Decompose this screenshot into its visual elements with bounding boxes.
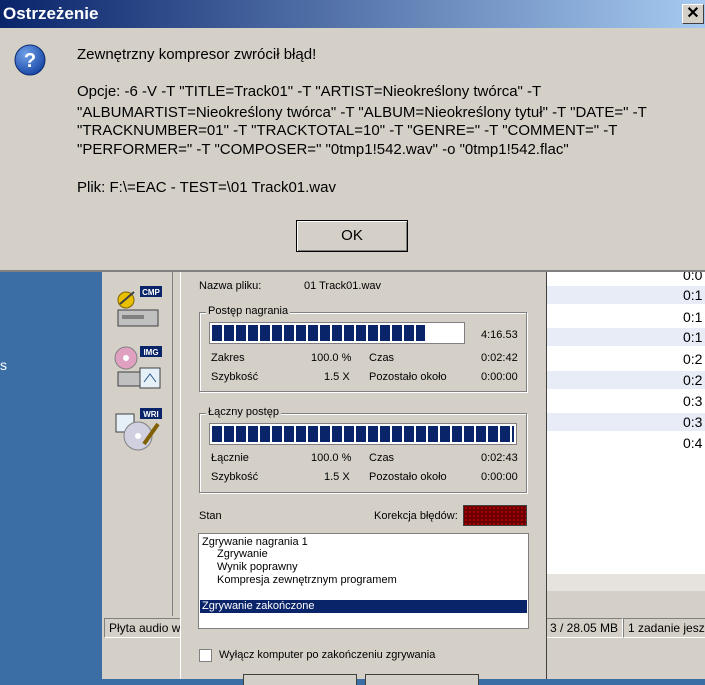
table-row[interactable]: 0:1 bbox=[545, 328, 705, 346]
log-line: Zgrywanie bbox=[217, 548, 268, 560]
track-length: 0:4 bbox=[683, 435, 703, 451]
options-line: "TRACKNUMBER=01" -T "TRACKTOTAL=10" -T "… bbox=[77, 122, 618, 139]
table-row[interactable]: 0:2 bbox=[545, 350, 705, 368]
log-line: Zgrywanie nagrania 1 bbox=[202, 536, 308, 548]
total-speed-label: Szybkość bbox=[211, 471, 259, 483]
total-time-value: 0:02:43 bbox=[481, 452, 518, 464]
table-row[interactable]: 0:3 bbox=[545, 392, 705, 410]
total-speed-value: 1.5 X bbox=[324, 471, 350, 483]
options-line: Opcje: -6 -V -T "TITLE=Track01" -T "ARTI… bbox=[77, 83, 542, 100]
range-value: 100.0 % bbox=[311, 352, 352, 364]
range-label: Zakres bbox=[211, 352, 245, 364]
close-icon[interactable]: ✕ bbox=[682, 4, 704, 24]
track-length: 0:2 bbox=[683, 351, 703, 367]
table-row[interactable]: 0:3 bbox=[545, 413, 705, 431]
horizontal-scrollbar[interactable] bbox=[545, 574, 705, 591]
status-jobs: 1 zadanie jesz bbox=[623, 618, 705, 638]
error-correction-indicator bbox=[463, 505, 527, 526]
table-row[interactable]: 0:4 bbox=[545, 434, 705, 452]
track-length: 0:3 bbox=[683, 414, 703, 430]
total-progress-bar bbox=[209, 423, 517, 445]
warning-dialog: Ostrzeżenie ✕ ? Zewnętrzny kompresor zwr… bbox=[0, 0, 705, 272]
ok-button[interactable]: OK bbox=[296, 220, 408, 252]
time-label: Czas bbox=[369, 352, 395, 364]
track-time: 4:16.53 bbox=[481, 329, 518, 341]
status-size: 3 / 28.05 MB bbox=[545, 618, 623, 638]
total-label: Łącznie bbox=[211, 452, 249, 464]
error-correction-label: Korekcja błędów: bbox=[374, 510, 458, 522]
dialog-button[interactable] bbox=[365, 674, 479, 685]
remaining-label: Pozostało około bbox=[369, 371, 447, 383]
total-value: 100.0 % bbox=[311, 452, 352, 464]
filename-label: Nazwa pliku: bbox=[199, 280, 262, 292]
splitter[interactable] bbox=[172, 266, 179, 616]
track-length: 0:3 bbox=[683, 393, 703, 409]
status-disc: Płyta audio w bbox=[104, 618, 182, 638]
options-line: "ALBUMARTIST=Nieokreślony twórca" -T "AL… bbox=[77, 104, 647, 121]
status-label: Stan bbox=[199, 510, 222, 522]
shutdown-label: Wyłącz komputer po zakończeniu zgrywania bbox=[219, 649, 436, 661]
track-length: 0:2 bbox=[683, 372, 703, 388]
total-progress-fill bbox=[212, 426, 514, 442]
track-length: 0:1 bbox=[683, 329, 703, 345]
cmp-icon[interactable]: CMP bbox=[110, 282, 164, 332]
file-path: Plik: F:\=EAC - TEST=\01 Track01.wav bbox=[77, 179, 336, 196]
table-row[interactable]: 0:2 bbox=[545, 371, 705, 389]
img-label: IMG bbox=[143, 348, 158, 357]
track-length: 0:1 bbox=[683, 309, 703, 325]
desktop-edge: s bbox=[0, 357, 7, 373]
filename-value: 01 Track01.wav bbox=[304, 280, 382, 292]
title-bar[interactable] bbox=[0, 0, 705, 28]
remaining-value: 0:00:00 bbox=[481, 371, 518, 383]
track-length: 0:1 bbox=[683, 287, 703, 303]
speed-value: 1.5 X bbox=[324, 371, 350, 383]
wri-label: WRI bbox=[143, 410, 159, 419]
log-line-selected: Zgrywanie zakończone bbox=[202, 600, 315, 612]
dialog-title: Ostrzeżenie bbox=[3, 4, 99, 23]
total-remaining-value: 0:00:00 bbox=[481, 471, 518, 483]
cmp-label: CMP bbox=[142, 288, 160, 297]
shutdown-checkbox[interactable] bbox=[199, 649, 212, 662]
time-value: 0:02:42 bbox=[481, 352, 518, 364]
question-icon: ? bbox=[14, 44, 46, 76]
total-remaining-label: Pozostało około bbox=[369, 471, 447, 483]
total-time-label: Czas bbox=[369, 452, 395, 464]
error-heading: Zewnętrzny kompresor zwrócił błąd! bbox=[77, 46, 317, 63]
img-icon[interactable]: IMG bbox=[110, 342, 164, 392]
track-progress-title: Postęp nagrania bbox=[206, 305, 291, 317]
track-progress-bar bbox=[209, 322, 465, 344]
track-list[interactable]: 0:0 0:1 0:1 0:1 0:2 0:2 0:3 0:3 0:4 bbox=[545, 266, 705, 591]
speed-label: Szybkość bbox=[211, 371, 259, 383]
sidebar: CMP IMG WRI bbox=[104, 270, 168, 615]
status-log-list[interactable]: Zgrywanie nagrania 1 Zgrywanie Wynik pop… bbox=[198, 533, 529, 629]
log-line: Wynik poprawny bbox=[217, 561, 298, 573]
table-row[interactable]: 0:1 bbox=[545, 308, 705, 326]
dialog-button[interactable] bbox=[243, 674, 357, 685]
table-row[interactable]: 0:1 bbox=[545, 286, 705, 304]
extraction-progress-dialog: Nazwa pliku: 01 Track01.wav Postęp nagra… bbox=[180, 266, 547, 685]
options-line: "PERFORMER=" -T "COMPOSER=" "0tmp1!542.w… bbox=[77, 141, 569, 158]
total-progress-title: Łączny postęp bbox=[206, 406, 281, 418]
wri-icon[interactable]: WRI bbox=[110, 404, 164, 454]
log-line: Kompresja zewnętrznym programem bbox=[217, 574, 397, 586]
track-progress-fill bbox=[212, 325, 425, 341]
svg-text:?: ? bbox=[24, 50, 36, 72]
